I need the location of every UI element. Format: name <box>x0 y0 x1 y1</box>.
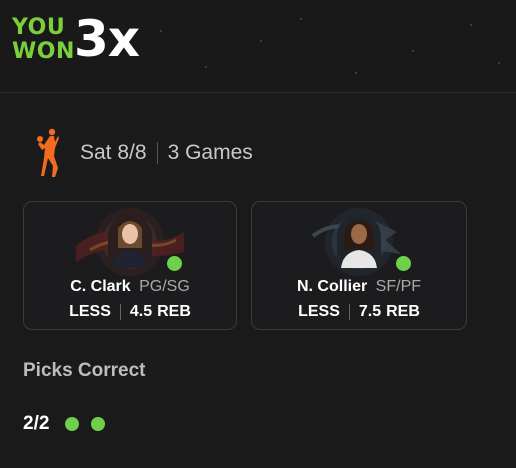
pick-value: 7.5 <box>358 303 382 320</box>
player-position: PG/SG <box>139 278 190 295</box>
slip-games: 3 Games <box>167 141 253 164</box>
pick-stat: REB <box>386 303 420 320</box>
slip-separator <box>156 142 158 164</box>
player-photo-collier <box>337 214 381 268</box>
slip-header: Sat 8/8 3 Games <box>36 128 253 178</box>
banner-divider <box>0 92 516 93</box>
check-badge-icon <box>394 254 413 273</box>
player-name: C. Clark <box>70 278 131 295</box>
check-badge-icon <box>165 254 184 273</box>
picks-correct-count: 2/2 <box>23 413 50 434</box>
result-banner: YOU WON 3x <box>0 0 516 92</box>
pick-direction: LESS <box>69 303 111 320</box>
pick-value: 4.5 <box>129 303 153 320</box>
pick-stat: REB <box>157 303 191 320</box>
player-name: N. Collier <box>296 278 368 295</box>
pick-separator <box>119 304 121 320</box>
won-text: WON <box>12 39 75 64</box>
you-text: YOU <box>12 15 66 40</box>
you-won-text: YOU WON <box>12 16 75 64</box>
player-photo-clark <box>108 214 152 268</box>
pick-card-collier[interactable]: N. Collier SF/PF LESS 7.5 REB <box>251 201 467 330</box>
picks-correct-row: 2/2 <box>23 413 106 435</box>
correct-dot-icon <box>65 417 80 431</box>
slip-date: Sat 8/8 <box>80 141 147 164</box>
player-name-line: C. Clark PG/SG <box>24 278 236 296</box>
pick-direction: LESS <box>298 303 340 320</box>
multiplier-text: 3x <box>74 10 140 68</box>
player-position: SF/PF <box>375 278 422 295</box>
pick-separator <box>348 304 350 320</box>
pick-line: LESS 7.5 REB <box>252 303 466 321</box>
correct-dot-icon <box>91 417 106 431</box>
picks-correct-title: Picks Correct <box>23 360 146 381</box>
pick-card-clark[interactable]: C. Clark PG/SG LESS 4.5 REB <box>23 201 237 330</box>
player-name-line: N. Collier SF/PF <box>252 278 466 296</box>
pick-line: LESS 4.5 REB <box>24 303 236 321</box>
basketball-player-icon <box>37 128 59 177</box>
slip-info: Sat 8/8 3 Games <box>80 141 253 165</box>
